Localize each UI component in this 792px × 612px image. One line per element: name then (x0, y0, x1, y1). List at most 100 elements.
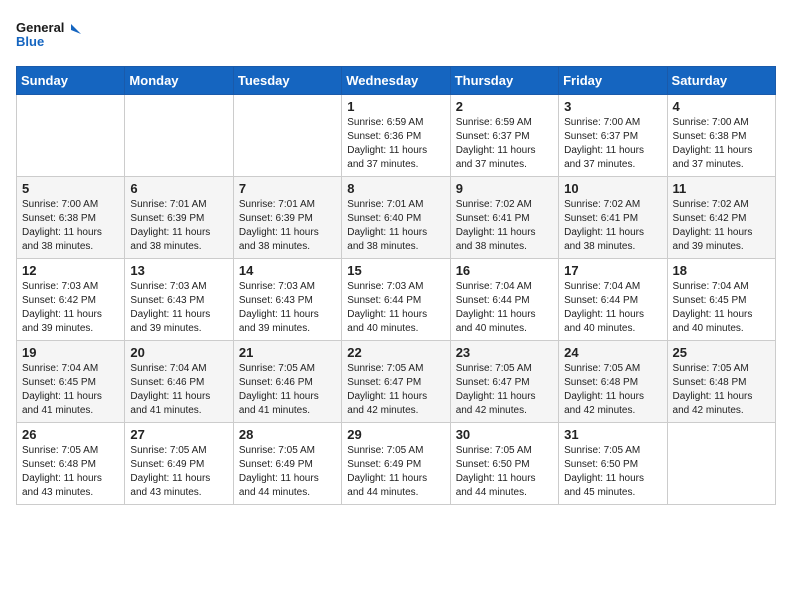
day-info: Sunrise: 7:03 AM Sunset: 6:42 PM Dayligh… (22, 280, 119, 336)
day-info: Sunrise: 7:02 AM Sunset: 6:42 PM Dayligh… (673, 198, 770, 254)
day-info: Sunrise: 7:05 AM Sunset: 6:50 PM Dayligh… (456, 444, 553, 500)
calendar-cell: 16 Sunrise: 7:04 AM Sunset: 6:44 PM Dayli… (450, 259, 558, 341)
day-info: Sunrise: 7:02 AM Sunset: 6:41 PM Dayligh… (564, 198, 661, 254)
day-info: Sunrise: 7:05 AM Sunset: 6:48 PM Dayligh… (22, 444, 119, 500)
calendar-cell: 5 Sunrise: 7:00 AM Sunset: 6:38 PM Daylig… (17, 177, 125, 259)
day-number: 5 (22, 181, 119, 196)
day-info: Sunrise: 7:00 AM Sunset: 6:38 PM Dayligh… (673, 116, 770, 172)
calendar-cell: 30 Sunrise: 7:05 AM Sunset: 6:50 PM Dayli… (450, 423, 558, 505)
weekday-header-tuesday: Tuesday (233, 67, 341, 95)
day-number: 21 (239, 345, 336, 360)
calendar-cell: 14 Sunrise: 7:03 AM Sunset: 6:43 PM Dayli… (233, 259, 341, 341)
calendar-cell: 19Sunrise: 7:04 AM Sunset: 6:45 PM Dayli… (17, 341, 125, 423)
calendar-cell: 31Sunrise: 7:05 AM Sunset: 6:50 PM Dayli… (559, 423, 667, 505)
day-info: Sunrise: 7:00 AM Sunset: 6:37 PM Dayligh… (564, 116, 661, 172)
week-row-4: 19Sunrise: 7:04 AM Sunset: 6:45 PM Dayli… (17, 341, 776, 423)
calendar-cell (125, 95, 233, 177)
weekday-header-monday: Monday (125, 67, 233, 95)
day-number: 18 (673, 263, 770, 278)
day-info: Sunrise: 7:04 AM Sunset: 6:44 PM Dayligh… (564, 280, 661, 336)
day-number: 15 (347, 263, 444, 278)
calendar-cell (233, 95, 341, 177)
calendar-cell: 24 Sunrise: 7:05 AM Sunset: 6:48 PM Dayli… (559, 341, 667, 423)
day-number: 14 (239, 263, 336, 278)
day-info: Sunrise: 6:59 AM Sunset: 6:36 PM Dayligh… (347, 116, 444, 172)
day-info: Sunrise: 7:04 AM Sunset: 6:44 PM Dayligh… (456, 280, 553, 336)
day-info: Sunrise: 7:04 AM Sunset: 6:46 PM Dayligh… (130, 362, 227, 418)
day-number: 9 (456, 181, 553, 196)
calendar-cell: 27 Sunrise: 7:05 AM Sunset: 6:49 PM Dayli… (125, 423, 233, 505)
day-number: 30 (456, 427, 553, 442)
day-info: Sunrise: 7:05 AM Sunset: 6:48 PM Dayligh… (564, 362, 661, 418)
day-number: 8 (347, 181, 444, 196)
calendar-cell: 4 Sunrise: 7:00 AM Sunset: 6:38 PM Daylig… (667, 95, 775, 177)
calendar-cell: 21 Sunrise: 7:05 AM Sunset: 6:46 PM Dayli… (233, 341, 341, 423)
day-number: 26 (22, 427, 119, 442)
weekday-header-saturday: Saturday (667, 67, 775, 95)
day-info: Sunrise: 7:05 AM Sunset: 6:50 PM Dayligh… (564, 444, 661, 500)
calendar-table: SundayMondayTuesdayWednesdayThursdayFrid… (16, 66, 776, 505)
calendar-cell: 23 Sunrise: 7:05 AM Sunset: 6:47 PM Dayli… (450, 341, 558, 423)
page-header: GeneralBlue (16, 16, 776, 54)
calendar-cell: 20Sunrise: 7:04 AM Sunset: 6:46 PM Dayli… (125, 341, 233, 423)
calendar-cell: 10Sunrise: 7:02 AM Sunset: 6:41 PM Dayli… (559, 177, 667, 259)
day-number: 22 (347, 345, 444, 360)
logo-icon: GeneralBlue (16, 16, 86, 54)
calendar-cell: 8Sunrise: 7:01 AM Sunset: 6:40 PM Daylig… (342, 177, 450, 259)
calendar-cell: 9 Sunrise: 7:02 AM Sunset: 6:41 PM Daylig… (450, 177, 558, 259)
calendar-cell: 29Sunrise: 7:05 AM Sunset: 6:49 PM Dayli… (342, 423, 450, 505)
day-info: Sunrise: 7:05 AM Sunset: 6:49 PM Dayligh… (347, 444, 444, 500)
week-row-1: 1 Sunrise: 6:59 AM Sunset: 6:36 PM Daylig… (17, 95, 776, 177)
day-info: Sunrise: 7:05 AM Sunset: 6:46 PM Dayligh… (239, 362, 336, 418)
day-info: Sunrise: 7:01 AM Sunset: 6:39 PM Dayligh… (239, 198, 336, 254)
calendar-cell: 6Sunrise: 7:01 AM Sunset: 6:39 PM Daylig… (125, 177, 233, 259)
day-number: 23 (456, 345, 553, 360)
weekday-header-friday: Friday (559, 67, 667, 95)
day-number: 19 (22, 345, 119, 360)
svg-text:Blue: Blue (16, 34, 44, 49)
weekday-header-thursday: Thursday (450, 67, 558, 95)
day-number: 28 (239, 427, 336, 442)
day-info: Sunrise: 7:05 AM Sunset: 6:49 PM Dayligh… (130, 444, 227, 500)
calendar-cell: 2Sunrise: 6:59 AM Sunset: 6:37 PM Daylig… (450, 95, 558, 177)
calendar-cell: 22 Sunrise: 7:05 AM Sunset: 6:47 PM Dayli… (342, 341, 450, 423)
day-info: Sunrise: 7:05 AM Sunset: 6:47 PM Dayligh… (456, 362, 553, 418)
calendar-cell (667, 423, 775, 505)
day-info: Sunrise: 7:03 AM Sunset: 6:43 PM Dayligh… (239, 280, 336, 336)
day-number: 4 (673, 99, 770, 114)
week-row-2: 5 Sunrise: 7:00 AM Sunset: 6:38 PM Daylig… (17, 177, 776, 259)
day-info: Sunrise: 7:03 AM Sunset: 6:43 PM Dayligh… (130, 280, 227, 336)
calendar-cell: 1 Sunrise: 6:59 AM Sunset: 6:36 PM Daylig… (342, 95, 450, 177)
day-number: 27 (130, 427, 227, 442)
calendar-cell (17, 95, 125, 177)
calendar-cell: 13 Sunrise: 7:03 AM Sunset: 6:43 PM Dayli… (125, 259, 233, 341)
day-number: 16 (456, 263, 553, 278)
day-number: 25 (673, 345, 770, 360)
day-number: 6 (130, 181, 227, 196)
day-number: 24 (564, 345, 661, 360)
calendar-cell: 25Sunrise: 7:05 AM Sunset: 6:48 PM Dayli… (667, 341, 775, 423)
day-number: 3 (564, 99, 661, 114)
day-info: Sunrise: 7:05 AM Sunset: 6:47 PM Dayligh… (347, 362, 444, 418)
week-row-5: 26 Sunrise: 7:05 AM Sunset: 6:48 PM Dayli… (17, 423, 776, 505)
svg-text:General: General (16, 20, 64, 35)
day-number: 1 (347, 99, 444, 114)
day-number: 11 (673, 181, 770, 196)
calendar-cell: 12Sunrise: 7:03 AM Sunset: 6:42 PM Dayli… (17, 259, 125, 341)
day-number: 17 (564, 263, 661, 278)
calendar-cell: 3 Sunrise: 7:00 AM Sunset: 6:37 PM Daylig… (559, 95, 667, 177)
day-info: Sunrise: 7:03 AM Sunset: 6:44 PM Dayligh… (347, 280, 444, 336)
logo: GeneralBlue (16, 16, 86, 54)
calendar-cell: 17 Sunrise: 7:04 AM Sunset: 6:44 PM Dayli… (559, 259, 667, 341)
day-info: Sunrise: 7:02 AM Sunset: 6:41 PM Dayligh… (456, 198, 553, 254)
calendar-cell: 7 Sunrise: 7:01 AM Sunset: 6:39 PM Daylig… (233, 177, 341, 259)
day-info: Sunrise: 7:00 AM Sunset: 6:38 PM Dayligh… (22, 198, 119, 254)
day-number: 2 (456, 99, 553, 114)
weekday-header-sunday: Sunday (17, 67, 125, 95)
calendar-cell: 28 Sunrise: 7:05 AM Sunset: 6:49 PM Dayli… (233, 423, 341, 505)
day-number: 13 (130, 263, 227, 278)
day-info: Sunrise: 7:05 AM Sunset: 6:49 PM Dayligh… (239, 444, 336, 500)
day-number: 7 (239, 181, 336, 196)
calendar-cell: 15 Sunrise: 7:03 AM Sunset: 6:44 PM Dayli… (342, 259, 450, 341)
calendar-cell: 26 Sunrise: 7:05 AM Sunset: 6:48 PM Dayli… (17, 423, 125, 505)
